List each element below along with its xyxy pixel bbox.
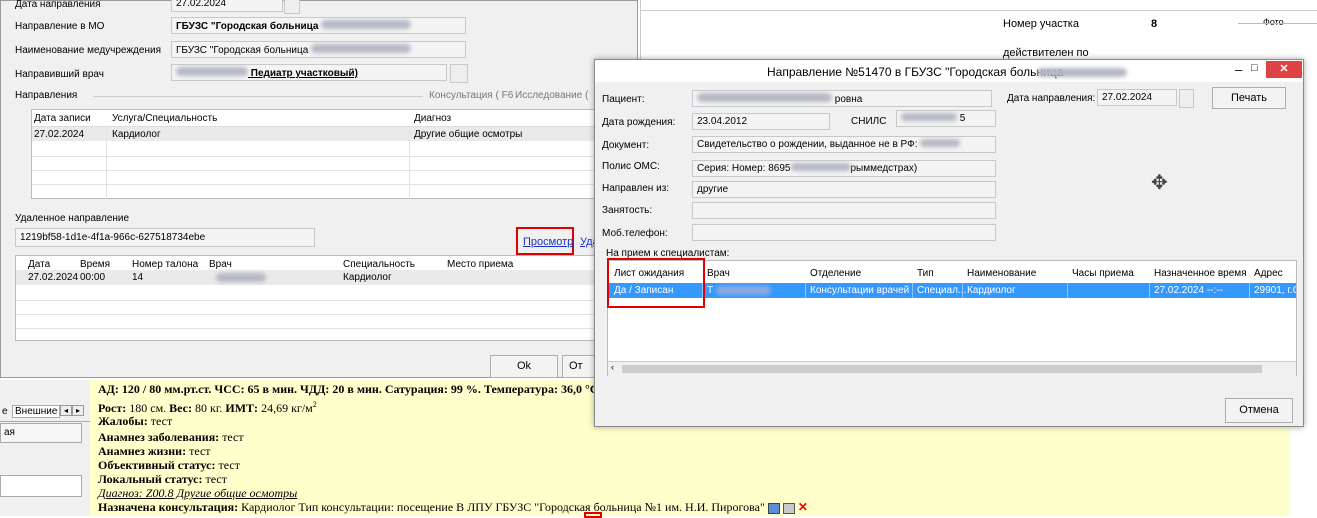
dialog-title: Направление №51470 в ГБУЗС "Городская бо… <box>767 65 1064 79</box>
calendar-icon[interactable] <box>284 0 300 14</box>
date-label: Дата направления: <box>1007 93 1096 104</box>
view-link[interactable]: Просмотр <box>523 236 573 248</box>
diagnosis-line[interactable]: Диагноз: Z00.8 Другие общие осмотры <box>98 486 297 501</box>
from-label: Направлен из: <box>602 183 670 194</box>
snils-label: СНИЛС <box>851 116 887 127</box>
nav-field[interactable] <box>0 475 82 497</box>
cancel-button[interactable]: Отмена <box>1225 398 1293 423</box>
document-field[interactable]: Свидетельство о рождении, выданное не в … <box>692 136 996 153</box>
polis-label: Полис ОМС: <box>602 161 660 172</box>
referral-detail-dialog: Направление №51470 в ГБУЗС "Городская бо… <box>594 59 1304 427</box>
col-specialty[interactable]: Специальность <box>343 259 415 270</box>
scrollbar-thumb[interactable] <box>622 365 1262 373</box>
field-label-institution: Наименование медучреждения <box>15 45 161 56</box>
photo-frame <box>1238 23 1317 24</box>
objective-line: Объективный статус: тест <box>98 458 240 472</box>
tab-research[interactable]: Исследование ( <box>515 90 588 101</box>
print-button[interactable]: Печать <box>1212 87 1286 109</box>
table-row-selected[interactable]: Да / Записан Т Консультации врачей Специ… <box>608 283 1296 298</box>
tab-consultation[interactable]: Консультация ( F6 <box>429 90 513 101</box>
snils-field[interactable]: 5 <box>896 110 996 127</box>
birth-label: Дата рождения: <box>602 117 676 128</box>
local-line: Локальный статус: тест <box>98 472 227 486</box>
valid-label: действителен по <box>1003 47 1089 59</box>
horizontal-scrollbar[interactable]: ‹ <box>608 361 1296 376</box>
left-nav-panel: е Внешние ◂ ▸ ая <box>0 380 91 516</box>
title-bar[interactable]: Направление №51470 в ГБУЗС "Городская бо… <box>595 60 1303 82</box>
col-diagnosis[interactable]: Диагноз <box>414 113 451 124</box>
patient-label: Пациент: <box>602 94 645 105</box>
col-remote-date[interactable]: Дата <box>28 259 50 270</box>
phone-field[interactable] <box>692 224 996 241</box>
col-service[interactable]: Услуга/Специальность <box>112 113 217 124</box>
scroll-left-icon[interactable]: ‹ <box>611 362 614 372</box>
appointments-table[interactable]: Лист ожидания Врач Отделение Тип Наимено… <box>607 260 1297 376</box>
remote-id-field[interactable]: 1219bf58-1d1e-4f1a-966c-627518734ebe <box>15 228 315 247</box>
scroll-right-icon[interactable]: ▸ <box>72 405 84 416</box>
close-icon[interactable]: ✕ <box>1266 61 1302 78</box>
work-label: Занятость: <box>602 205 653 216</box>
work-field[interactable] <box>692 202 996 219</box>
doctor-field[interactable]: Педиатр участковый) <box>171 64 447 81</box>
date-field[interactable]: 27.02.2024 <box>171 0 283 12</box>
life-anamnesis-line: Анамнез жизни: тест <box>98 444 211 458</box>
uchastok-label: Номер участка <box>1003 18 1079 30</box>
divider <box>641 10 1317 11</box>
doctor-picker-button[interactable] <box>450 64 468 83</box>
highlight-marker <box>584 512 602 518</box>
maximize-icon[interactable]: □ <box>1251 62 1258 74</box>
patient-card-panel: Номер участка 8 Фото действителен по <box>640 0 1317 62</box>
complaints-line: Жалобы: тест <box>98 414 173 428</box>
col-remote-doctor[interactable]: Врач <box>209 259 232 270</box>
col-ticket[interactable]: Номер талона <box>132 259 198 270</box>
col-department[interactable]: Отделение <box>810 268 861 279</box>
remote-table[interactable]: Дата Время Номер талона Врач Специальнос… <box>15 255 595 341</box>
scroll-left-icon[interactable]: ◂ <box>60 405 72 416</box>
col-type[interactable]: Тип <box>917 268 934 279</box>
date-field[interactable]: 27.02.2024 <box>1097 89 1177 106</box>
nav-item[interactable]: ая <box>0 423 82 443</box>
col-hours[interactable]: Часы приема <box>1072 268 1134 279</box>
polis-field[interactable]: Серия: Номер: 8695 рыммедстрах) <box>692 160 996 177</box>
referrals-section-title: Направления <box>15 90 78 101</box>
col-doctor[interactable]: Врач <box>707 268 730 279</box>
referrals-table[interactable]: Дата записи Услуга/Специальность Диагноз… <box>31 109 596 199</box>
field-label-doctor: Направивший врач <box>15 69 104 80</box>
edit-icon[interactable] <box>767 502 780 514</box>
col-place[interactable]: Место приема <box>447 259 513 270</box>
print-icon[interactable] <box>782 502 795 514</box>
table-row[interactable]: 27.02.2024 00:00 14 Кардиолог <box>16 270 594 285</box>
delete-icon[interactable]: ✕ <box>798 500 808 514</box>
referral-dialog: Дата направления 27.02.2024 Направление … <box>0 0 639 378</box>
calendar-icon[interactable] <box>1179 89 1194 108</box>
tab-partial[interactable]: е <box>2 406 8 417</box>
uchastok-value: 8 <box>1151 18 1158 30</box>
phone-label: Моб.телефон: <box>602 228 668 239</box>
tab-external[interactable]: Внешние <box>12 405 61 418</box>
col-date[interactable]: Дата записи <box>34 113 91 124</box>
move-cursor-icon: ✥ <box>1151 172 1168 194</box>
col-address[interactable]: Адрес <box>1254 268 1283 279</box>
col-remote-time[interactable]: Время <box>80 259 110 270</box>
document-label: Документ: <box>602 140 650 151</box>
patient-field[interactable]: ровна <box>692 90 992 107</box>
photo-label: Фото <box>1263 17 1284 27</box>
col-time[interactable]: Назначенное время <box>1154 268 1247 279</box>
field-label-mo: Направление в МО <box>15 21 105 32</box>
from-field[interactable]: другие <box>692 181 996 198</box>
vitals-line: АД: 120 / 80 мм.рт.ст. ЧСС: 65 в мин. ЧД… <box>98 382 602 396</box>
birth-field[interactable]: 23.04.2012 <box>692 113 830 130</box>
field-label-date: Дата направления <box>15 0 101 10</box>
anamnesis-line: Анамнез заболевания: тест <box>98 430 244 444</box>
section-divider <box>93 96 423 97</box>
institution-field[interactable]: ГБУЗС "Городская больница <box>171 41 466 58</box>
col-name[interactable]: Наименование <box>967 268 1036 279</box>
minimize-icon[interactable]: – <box>1235 62 1242 77</box>
waitlist-highlight <box>607 258 705 308</box>
ok-button[interactable]: Ok <box>490 355 558 378</box>
mo-field[interactable]: ГБУЗС "Городская больница <box>171 17 466 34</box>
remote-section-title: Удаленное направление <box>15 213 130 224</box>
table-row[interactable]: 27.02.2024 Кардиолог Другие общие осмотр… <box>32 127 595 141</box>
consult-line: Назначена консультация: Кардиолог Тип ко… <box>98 500 808 514</box>
